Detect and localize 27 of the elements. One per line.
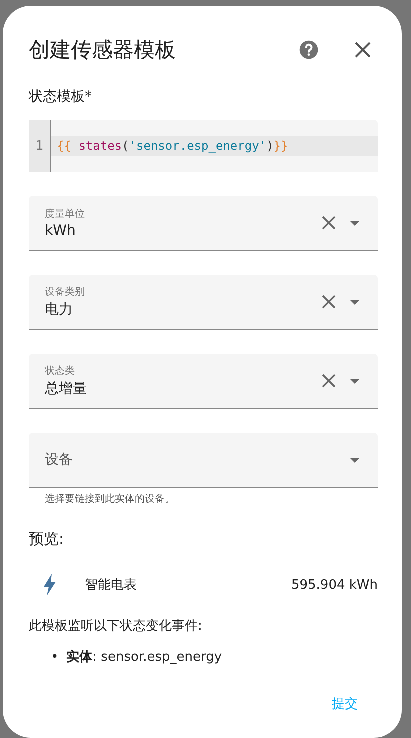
help-button[interactable] xyxy=(298,39,320,61)
dropdown-caret-icon[interactable] xyxy=(350,220,360,226)
select-field[interactable]: 度量单位 kWh xyxy=(29,196,378,251)
preview-label: 预览: xyxy=(29,530,66,549)
listen-text: 此模板监听以下状态变化事件: xyxy=(29,618,204,635)
close-icon xyxy=(354,41,372,59)
entity-state: 595.904 kWh xyxy=(291,578,378,592)
lightning-icon xyxy=(43,574,57,596)
entity-name: 智能电表 xyxy=(85,577,138,594)
select-field[interactable]: 设备 xyxy=(29,433,378,488)
clear-icon[interactable] xyxy=(322,295,336,309)
template-label: 状态模板* xyxy=(29,88,93,106)
line-number: 1 xyxy=(36,138,44,154)
dropdown-caret-icon[interactable] xyxy=(350,378,360,384)
clear-icon[interactable] xyxy=(322,374,336,388)
select-field[interactable]: 设备类别 电力 xyxy=(29,275,378,330)
close-button[interactable] xyxy=(354,41,372,59)
helper-text: 选择要链接到此实体的设备。 xyxy=(44,492,176,506)
bullet: • xyxy=(51,649,59,667)
dialog-title: 创建传感器模板 xyxy=(29,37,177,64)
dropdown-caret-icon[interactable] xyxy=(350,300,360,304)
code-editor[interactable]: 1 {{ states('sensor.esp_energy')}} xyxy=(29,120,378,172)
listener-item: 实体: sensor.esp_energy xyxy=(66,649,222,667)
select-field[interactable]: 状态类 总增量 xyxy=(29,354,378,409)
help-icon xyxy=(298,39,320,61)
clear-icon[interactable] xyxy=(322,216,336,230)
dropdown-caret-icon[interactable] xyxy=(350,458,360,462)
